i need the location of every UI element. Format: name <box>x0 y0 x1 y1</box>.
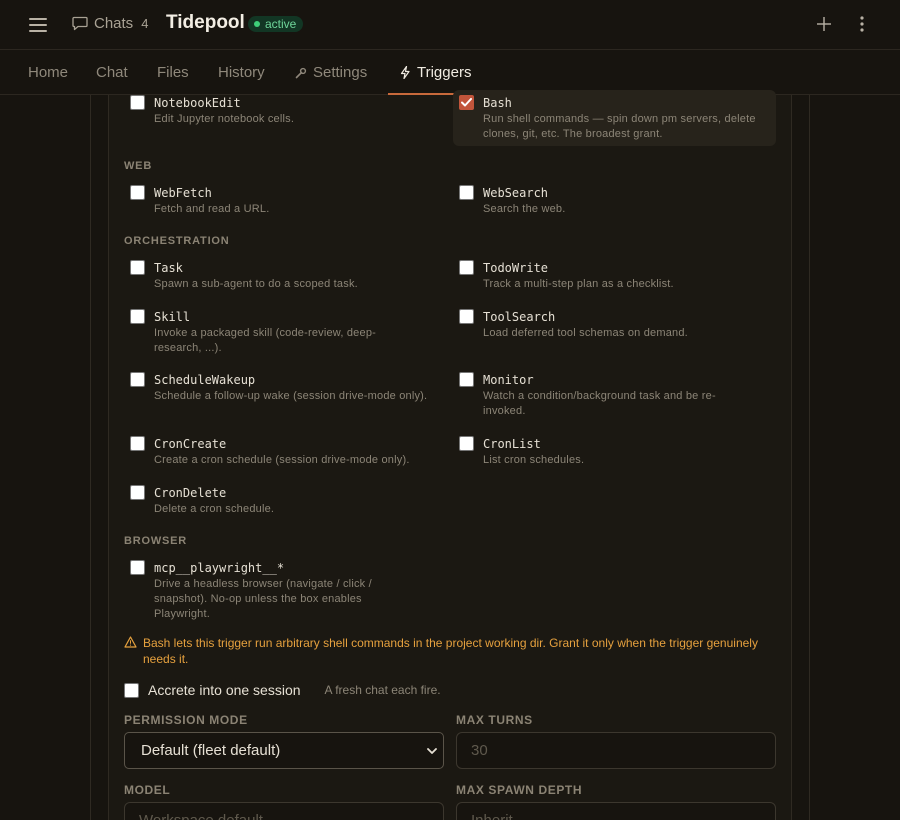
warning-text: Bash lets this trigger run arbitrary she… <box>143 636 758 666</box>
tool-name: WebSearch <box>483 186 549 200</box>
bolt-icon <box>400 66 410 79</box>
chats-label: Chats <box>94 15 134 32</box>
tab-settings[interactable]: Settings <box>295 51 367 94</box>
tab-chat[interactable]: Chat <box>96 51 128 94</box>
more-options-button[interactable] <box>852 14 872 34</box>
tab-label: Triggers <box>417 64 472 81</box>
tool-name: Bash <box>483 96 512 110</box>
chat-bubble-icon <box>72 16 88 31</box>
tool-checkbox-checked[interactable] <box>459 95 474 110</box>
chevron-down-icon <box>427 748 437 754</box>
model-input[interactable]: Workspace default <box>124 802 444 820</box>
accrete-option: Accrete into one session A fresh chat ea… <box>124 682 441 698</box>
tab-label: Home <box>28 64 69 81</box>
project-title: Tidepool <box>166 12 245 33</box>
tool-name: CronList <box>483 437 541 451</box>
tool-name: ScheduleWakeup <box>154 373 256 387</box>
tool-name: NotebookEdit <box>154 96 241 110</box>
tool-description: Search the web. <box>483 203 566 215</box>
tool-description: Create a cron schedule (session drive-mo… <box>154 454 410 466</box>
accrete-checkbox[interactable] <box>124 682 139 698</box>
menu-icon <box>29 18 47 32</box>
menu-button[interactable] <box>26 13 50 37</box>
status-dot-icon <box>254 21 260 27</box>
status-badge: active <box>248 16 304 32</box>
tab-history[interactable]: History <box>218 51 265 94</box>
tool-checkbox[interactable] <box>130 372 145 387</box>
tab-home[interactable]: Home <box>28 51 68 94</box>
accrete-label: Accrete into one session <box>148 682 301 698</box>
status-label: active <box>265 17 297 31</box>
permission-mode-value: Default (fleet default) <box>141 742 281 759</box>
permission-mode-label: PERMISSION MODE <box>124 713 248 727</box>
tool-checkbox[interactable] <box>130 260 145 275</box>
tool-description: Schedule a follow-up wake (session drive… <box>154 390 428 402</box>
permission-mode-select[interactable]: Default (fleet default) <box>124 732 444 769</box>
model-label: MODEL <box>124 783 171 797</box>
tool-name: TodoWrite <box>483 261 549 275</box>
top-bar: Chats 4 Tidepool active <box>0 0 900 50</box>
section-heading-orchestration: ORCHESTRATION <box>124 235 230 247</box>
tool-checkbox[interactable] <box>130 485 145 500</box>
section-heading-browser: BROWSER <box>124 535 188 547</box>
tool-description: Spawn a sub-agent to do a scoped task. <box>154 278 358 290</box>
tool-description: List cron schedules. <box>483 454 585 466</box>
tool-description: Delete a cron schedule. <box>154 503 275 515</box>
max-turns-placeholder: 30 <box>471 742 488 759</box>
kebab-icon <box>860 16 864 32</box>
tool-name: CronCreate <box>154 437 227 451</box>
tool-description: Edit Jupyter notebook cells. <box>154 113 295 125</box>
tool-name: Monitor <box>483 373 534 387</box>
chats-button[interactable]: Chats 4 <box>72 15 148 32</box>
tool-name: Skill <box>154 310 191 324</box>
tab-label: History <box>218 64 265 81</box>
tool-name: mcp__playwright__* <box>154 561 285 575</box>
tool-description: Track a multi-step plan as a checklist. <box>483 278 674 290</box>
max-spawn-depth-placeholder: Inherit <box>471 812 513 820</box>
max-spawn-depth-label: MAX SPAWN DEPTH <box>456 783 583 797</box>
tab-files[interactable]: Files <box>157 51 189 94</box>
tool-name: ToolSearch <box>483 310 556 324</box>
tool-description: Run shell commands — spin down pm server… <box>483 113 756 140</box>
max-spawn-depth-input[interactable]: Inherit <box>456 802 776 820</box>
wrench-icon <box>295 67 307 78</box>
tool-checkbox[interactable] <box>130 95 145 110</box>
tab-label: Settings <box>313 64 368 81</box>
tool-checkbox[interactable] <box>459 436 474 451</box>
tool-checkbox[interactable] <box>459 260 474 275</box>
tab-label: Chat <box>96 64 128 81</box>
max-turns-label: MAX TURNS <box>456 713 533 727</box>
add-button[interactable] <box>814 14 834 34</box>
plus-icon <box>817 17 831 31</box>
tab-label: Files <box>157 64 189 81</box>
tab-triggers[interactable]: Triggers <box>388 51 484 95</box>
max-turns-input[interactable]: 30 <box>456 732 776 769</box>
tool-description: Load deferred tool schemas on demand. <box>483 327 688 339</box>
tool-description: Drive a headless browser (navigate / cli… <box>154 578 372 620</box>
tab-bar: Home Chat Files History Settings Trigger… <box>0 51 900 95</box>
tool-description: Invoke a packaged skill (code-review, de… <box>154 327 376 354</box>
tool-name: Task <box>154 261 183 275</box>
tool-checkbox[interactable] <box>130 560 145 575</box>
tool-checkbox[interactable] <box>459 372 474 387</box>
accrete-hint: A fresh chat each fire. <box>324 683 441 697</box>
model-placeholder: Workspace default <box>139 812 263 820</box>
section-heading-web: WEB <box>124 160 153 172</box>
tool-checkbox[interactable] <box>459 185 474 200</box>
tool-checkbox[interactable] <box>130 309 145 324</box>
tool-checkbox[interactable] <box>130 185 145 200</box>
tool-checkbox[interactable] <box>130 436 145 451</box>
warning-triangle-icon <box>124 636 137 648</box>
chats-count: 4 <box>141 16 149 31</box>
tool-checkbox[interactable] <box>459 309 474 324</box>
tool-description: Watch a condition/background task and be… <box>483 390 716 417</box>
tool-description: Fetch and read a URL. <box>154 203 270 215</box>
checkmark-icon <box>461 98 472 107</box>
tool-name: CronDelete <box>154 486 227 500</box>
tool-name: WebFetch <box>154 186 212 200</box>
